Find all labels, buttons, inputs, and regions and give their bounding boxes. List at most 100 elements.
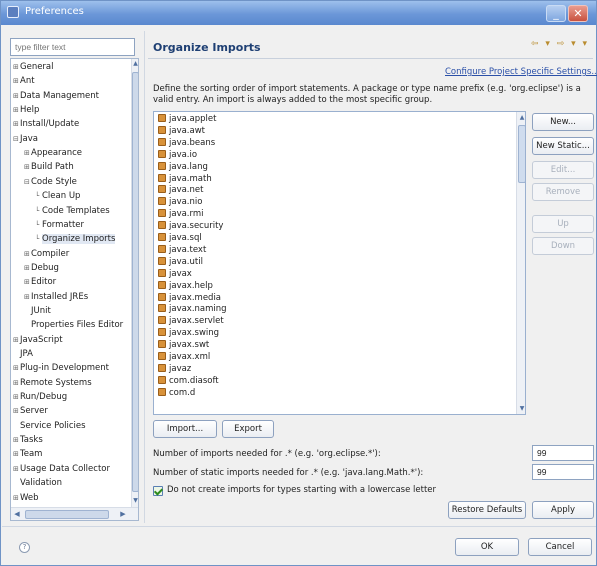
- tree-item[interactable]: └ Code Templates: [35, 204, 110, 218]
- expand-icon[interactable]: ⊞: [24, 146, 31, 160]
- tree-item[interactable]: Properties Files Editor: [24, 318, 123, 332]
- import-order-item[interactable]: java.math: [158, 173, 212, 186]
- import-order-item[interactable]: java.awt: [158, 125, 205, 138]
- apply-button[interactable]: Apply: [532, 501, 594, 519]
- import-order-item[interactable]: javax.media: [158, 292, 221, 305]
- import-order-item[interactable]: java.net: [158, 185, 203, 197]
- help-icon[interactable]: ?: [19, 542, 30, 553]
- scroll-thumb[interactable]: [25, 510, 109, 519]
- remove-button[interactable]: Remove: [532, 183, 594, 201]
- export-button[interactable]: Export: [222, 420, 274, 438]
- tree-item[interactable]: JUnit: [24, 304, 51, 318]
- tree-item[interactable]: ⊞Ant: [13, 74, 35, 88]
- history-nav[interactable]: ⇦ ▾ ⇨ ▾ ▾: [531, 39, 589, 49]
- tree-item[interactable]: ⊞Plug-in Development: [13, 361, 109, 375]
- ok-button[interactable]: OK: [455, 538, 519, 556]
- tree-item[interactable]: └ Formatter: [35, 218, 84, 232]
- expand-icon[interactable]: ⊞: [24, 261, 31, 275]
- import-order-item[interactable]: javax: [158, 268, 192, 281]
- import-order-item[interactable]: java.nio: [158, 197, 202, 209]
- tree-item[interactable]: Validation: [13, 476, 62, 490]
- tree-item[interactable]: └ Clean Up: [35, 189, 80, 203]
- scroll-thumb[interactable]: [132, 72, 138, 492]
- expand-icon[interactable]: ⊞: [13, 89, 20, 103]
- edit-button[interactable]: Edit...: [532, 161, 594, 179]
- tree-item[interactable]: ⊞Usage Data Collector: [13, 462, 110, 476]
- tree-item[interactable]: ⊞Editor: [24, 275, 56, 289]
- tree-item[interactable]: ⊞Appearance: [24, 146, 82, 160]
- tree-item[interactable]: ⊞Web: [13, 491, 39, 505]
- tree-item[interactable]: └ Organize Imports: [35, 232, 116, 246]
- tree-item[interactable]: ⊞Compiler: [24, 247, 69, 261]
- tree-item[interactable]: ⊞Server: [13, 404, 48, 418]
- import-order-item[interactable]: java.lang: [158, 161, 208, 174]
- tree-item[interactable]: ⊞Run/Debug: [13, 390, 67, 404]
- tree-vertical-scrollbar[interactable]: ▲ ▼: [131, 59, 138, 507]
- down-button[interactable]: Down: [532, 237, 594, 255]
- close-button[interactable]: ✕: [568, 5, 588, 22]
- collapse-icon[interactable]: ⊟: [24, 175, 31, 189]
- expand-icon[interactable]: ⊞: [13, 333, 20, 347]
- tree-item[interactable]: ⊞Debug: [24, 261, 59, 275]
- import-order-item[interactable]: com.d: [158, 387, 195, 400]
- tree-item[interactable]: ⊞Build Path: [24, 160, 74, 174]
- import-order-item[interactable]: javax.swing: [158, 328, 219, 340]
- tree-item[interactable]: ⊞Tasks: [13, 433, 43, 447]
- tree-item[interactable]: ⊟Code Style: [24, 175, 77, 189]
- import-order-item[interactable]: javax.swt: [158, 340, 209, 352]
- import-order-item[interactable]: javax.servlet: [158, 316, 224, 328]
- tree-item[interactable]: ⊞Install/Update: [13, 117, 79, 131]
- scroll-up-arrow-icon[interactable]: ▲: [132, 59, 138, 69]
- expand-icon[interactable]: ⊞: [24, 247, 31, 261]
- expand-icon[interactable]: ⊞: [13, 404, 20, 418]
- import-order-item[interactable]: java.rmi: [158, 209, 204, 221]
- import-order-item[interactable]: java.sql: [158, 233, 202, 245]
- expand-icon[interactable]: ⊞: [13, 103, 20, 117]
- import-order-item[interactable]: javaz: [158, 363, 191, 376]
- import-order-item[interactable]: javax.help: [158, 280, 213, 293]
- import-order-item[interactable]: javax.naming: [158, 304, 227, 316]
- static-imports-threshold-input[interactable]: [532, 464, 594, 480]
- import-order-item[interactable]: java.util: [158, 256, 203, 269]
- scroll-down-arrow-icon[interactable]: ▼: [132, 496, 138, 506]
- import-order-item[interactable]: java.beans: [158, 137, 215, 150]
- expand-icon[interactable]: ⊞: [13, 447, 20, 461]
- scroll-thumb[interactable]: [518, 125, 525, 183]
- import-order-list[interactable]: ▲ ▼ java.applet java.awt java.beans java.io…: [153, 111, 526, 415]
- expand-icon[interactable]: ⊞: [13, 361, 20, 375]
- expand-icon[interactable]: ⊞: [24, 275, 31, 289]
- minimize-button[interactable]: _: [546, 5, 566, 22]
- expand-icon[interactable]: ⊞: [13, 433, 20, 447]
- cancel-button[interactable]: Cancel: [528, 538, 592, 556]
- tree-item[interactable]: JPA: [13, 347, 33, 361]
- tree-item[interactable]: ⊞Data Management: [13, 89, 99, 103]
- expand-icon[interactable]: ⊞: [13, 491, 20, 505]
- scroll-up-arrow-icon[interactable]: ▲: [517, 112, 525, 123]
- import-button[interactable]: Import...: [153, 420, 217, 438]
- import-order-item[interactable]: java.io: [158, 149, 197, 162]
- tree-item[interactable]: ⊞Installed JREs: [24, 290, 88, 304]
- tree-item[interactable]: ⊞General: [13, 60, 54, 74]
- new-static-button[interactable]: New Static...: [532, 137, 594, 155]
- scroll-right-arrow-icon[interactable]: ▶: [118, 509, 128, 520]
- expand-icon[interactable]: ⊞: [24, 290, 31, 304]
- expand-icon[interactable]: ⊞: [13, 74, 20, 88]
- imports-threshold-input[interactable]: [532, 445, 594, 461]
- tree-item[interactable]: ⊞Team: [13, 447, 42, 461]
- restore-defaults-button[interactable]: Restore Defaults: [448, 501, 526, 519]
- expand-icon[interactable]: ⊞: [13, 376, 20, 390]
- new-button[interactable]: New...: [532, 113, 594, 131]
- tree-horizontal-scrollbar[interactable]: ◀ ▶: [11, 507, 138, 520]
- panel-splitter[interactable]: [144, 31, 145, 523]
- expand-icon[interactable]: ⊞: [13, 390, 20, 404]
- import-order-item[interactable]: java.applet: [158, 114, 216, 126]
- lowercase-types-checkbox[interactable]: [153, 486, 163, 496]
- tree-item[interactable]: ⊞Help: [13, 103, 39, 117]
- expand-icon[interactable]: ⊞: [13, 462, 20, 476]
- tree-item[interactable]: ⊞JavaScript: [13, 333, 63, 347]
- tree-item[interactable]: Service Policies: [13, 419, 86, 433]
- scroll-down-arrow-icon[interactable]: ▼: [517, 403, 525, 414]
- import-list-scrollbar[interactable]: ▲ ▼: [516, 112, 525, 414]
- expand-icon[interactable]: ⊞: [24, 160, 31, 174]
- import-order-item[interactable]: javax.xml: [158, 352, 210, 364]
